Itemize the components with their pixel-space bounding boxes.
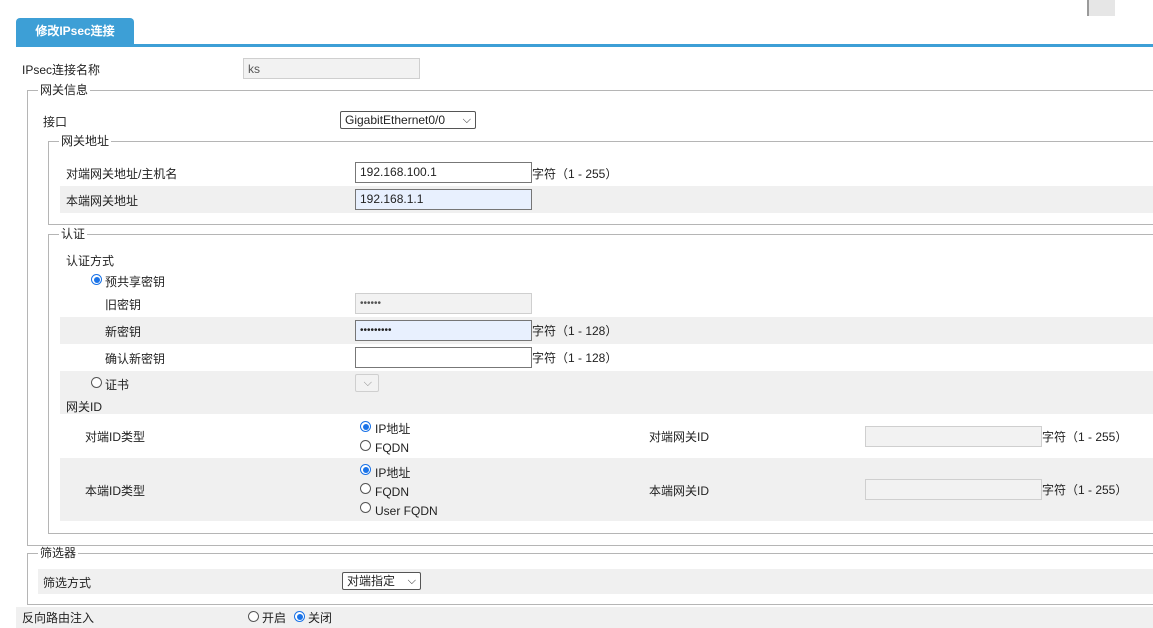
- cert-radio[interactable]: [91, 377, 102, 388]
- cert-select[interactable]: ⌵: [355, 374, 379, 392]
- local-id-userfqdn-label: User FQDN: [375, 504, 438, 518]
- auth-legend: 认证: [59, 227, 88, 241]
- cert-row: [60, 371, 1153, 414]
- filter-row: [38, 569, 1153, 594]
- old-key-label: 旧密钥: [105, 298, 142, 312]
- psk-label: 预共享密钥: [105, 275, 166, 289]
- confirm-key-label: 确认新密钥: [105, 352, 166, 366]
- local-address-row: [60, 186, 1153, 213]
- auth-method-label: 认证方式: [66, 254, 115, 268]
- psk-radio[interactable]: [91, 274, 102, 285]
- chevron-down-icon: ⌵: [363, 377, 372, 389]
- local-address-input[interactable]: 192.168.1.1: [355, 189, 532, 210]
- peer-id-fqdn-radio[interactable]: [360, 440, 371, 451]
- filter-legend: 筛选器: [38, 546, 79, 560]
- rri-off-label: 关闭: [308, 611, 333, 625]
- peer-id-ip-radio[interactable]: [360, 421, 371, 432]
- peer-gw-id-hint: 字符（1 - 255）: [1042, 430, 1128, 444]
- peer-gw-id-field: [865, 426, 1042, 447]
- rri-label: 反向路由注入: [22, 611, 95, 625]
- gateway-id-label: 网关ID: [66, 400, 103, 414]
- filter-method-label: 筛选方式: [43, 576, 92, 590]
- peer-id-ip-label: IP地址: [375, 422, 411, 436]
- filter-method-value: 对端指定: [347, 574, 396, 588]
- gateway-info-legend: 网关信息: [38, 83, 91, 97]
- new-key-hint: 字符（1 - 128）: [532, 324, 618, 338]
- filter-method-select[interactable]: 对端指定 ⌵: [342, 572, 421, 590]
- chevron-down-icon: ⌵: [407, 575, 416, 587]
- rri-row: [16, 607, 1153, 628]
- local-address-label: 本端网关地址: [66, 194, 139, 208]
- local-id-ip-label: IP地址: [375, 466, 411, 480]
- gateway-address-legend: 网关地址: [59, 134, 112, 148]
- new-key-label: 新密钥: [105, 325, 142, 339]
- peer-gw-id-label: 对端网关ID: [649, 430, 710, 444]
- local-id-ip-radio[interactable]: [360, 464, 371, 475]
- local-gw-id-hint: 字符（1 - 255）: [1042, 483, 1128, 497]
- window-edge-block: [1087, 0, 1115, 16]
- tab-underline: [16, 44, 1153, 47]
- interface-select[interactable]: GigabitEthernet0/0 ⌵: [340, 111, 476, 129]
- local-gw-id-field: [865, 479, 1042, 500]
- rri-on-label: 开启: [262, 611, 287, 625]
- cert-label: 证书: [105, 378, 130, 392]
- peer-address-label: 对端网关地址/主机名: [66, 167, 178, 181]
- rri-on-radio[interactable]: [248, 611, 259, 622]
- conn-name-label: IPsec连接名称: [22, 63, 101, 77]
- interface-label: 接口: [43, 115, 68, 129]
- conn-name-field: ks: [243, 58, 420, 79]
- chevron-down-icon: ⌵: [462, 114, 471, 126]
- new-key-input[interactable]: •••••••••: [355, 320, 532, 341]
- tab-modify-ipsec[interactable]: 修改IPsec连接: [16, 18, 134, 44]
- local-id-fqdn-label: FQDN: [375, 485, 409, 499]
- local-id-userfqdn-radio[interactable]: [360, 502, 371, 513]
- confirm-key-hint: 字符（1 - 128）: [532, 351, 618, 365]
- rri-off-radio[interactable]: [294, 611, 305, 622]
- peer-id-type-label: 对端ID类型: [85, 430, 146, 444]
- confirm-key-input[interactable]: [355, 347, 532, 368]
- peer-id-fqdn-label: FQDN: [375, 441, 409, 455]
- peer-address-input[interactable]: 192.168.100.1: [355, 162, 532, 183]
- interface-select-value: GigabitEthernet0/0: [345, 113, 446, 127]
- local-gw-id-label: 本端网关ID: [649, 484, 710, 498]
- local-id-fqdn-radio[interactable]: [360, 483, 371, 494]
- old-key-field: ••••••: [355, 293, 532, 314]
- peer-address-hint: 字符（1 - 255）: [532, 167, 618, 181]
- local-id-type-label: 本端ID类型: [85, 484, 146, 498]
